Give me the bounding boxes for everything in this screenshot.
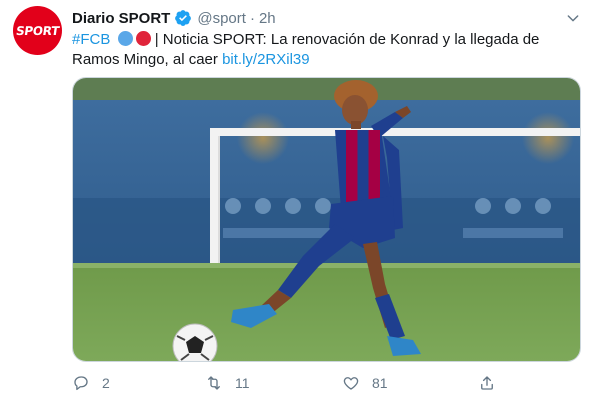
- like-count: 81: [372, 375, 388, 391]
- reply-button[interactable]: 2: [72, 372, 110, 394]
- football-ball: [172, 323, 218, 361]
- share-button[interactable]: [478, 372, 496, 394]
- tweet-actions: 2 11 81: [72, 372, 581, 394]
- blue-circle-emoji-icon: [117, 31, 133, 46]
- tweet-body-line-2: Ramos Mingo, al caer: [72, 51, 218, 68]
- retweet-count: 11: [235, 375, 250, 391]
- author-handle[interactable]: @sport: [197, 10, 246, 27]
- tweet-body-line-1: Noticia SPORT: La renovación de Konrad y…: [162, 31, 540, 48]
- red-circle-emoji-icon: [135, 31, 151, 46]
- like-button[interactable]: 81: [342, 372, 388, 394]
- tweet-photo[interactable]: [72, 77, 581, 362]
- header-separator: ·: [249, 9, 255, 27]
- hashtag-link[interactable]: #FCB: [72, 31, 110, 48]
- pipe-separator: |: [154, 31, 159, 48]
- tweet-text: #FCB | Noticia SPORT: La renovación de K…: [72, 30, 577, 70]
- football-player-photo: [73, 78, 580, 361]
- tweet-card[interactable]: SPORT Diario SPORT @sport · 2h #FCB | No…: [0, 0, 593, 402]
- tweet-link[interactable]: bit.ly/2RXil39: [222, 51, 310, 68]
- reply-count: 2: [102, 375, 110, 391]
- retweet-button[interactable]: 11: [205, 372, 250, 394]
- heart-icon: [343, 377, 359, 390]
- avatar[interactable]: SPORT: [13, 6, 62, 55]
- tweet-text-line-1: #FCB | Noticia SPORT: La renovación de K…: [72, 30, 577, 50]
- verified-badge-icon: [174, 9, 192, 27]
- tweet-text-line-2: Ramos Mingo, al caer bit.ly/2RXil39: [72, 50, 577, 70]
- tweet-timestamp[interactable]: 2h: [259, 10, 276, 27]
- reply-icon: [74, 376, 88, 391]
- share-icon: [481, 376, 493, 390]
- tweet-header: Diario SPORT @sport · 2h: [72, 8, 276, 28]
- chevron-down-icon[interactable]: [565, 10, 581, 26]
- avatar-logo-text: SPORT: [15, 23, 60, 38]
- retweet-icon: [208, 376, 220, 390]
- author-name[interactable]: Diario SPORT: [72, 10, 170, 27]
